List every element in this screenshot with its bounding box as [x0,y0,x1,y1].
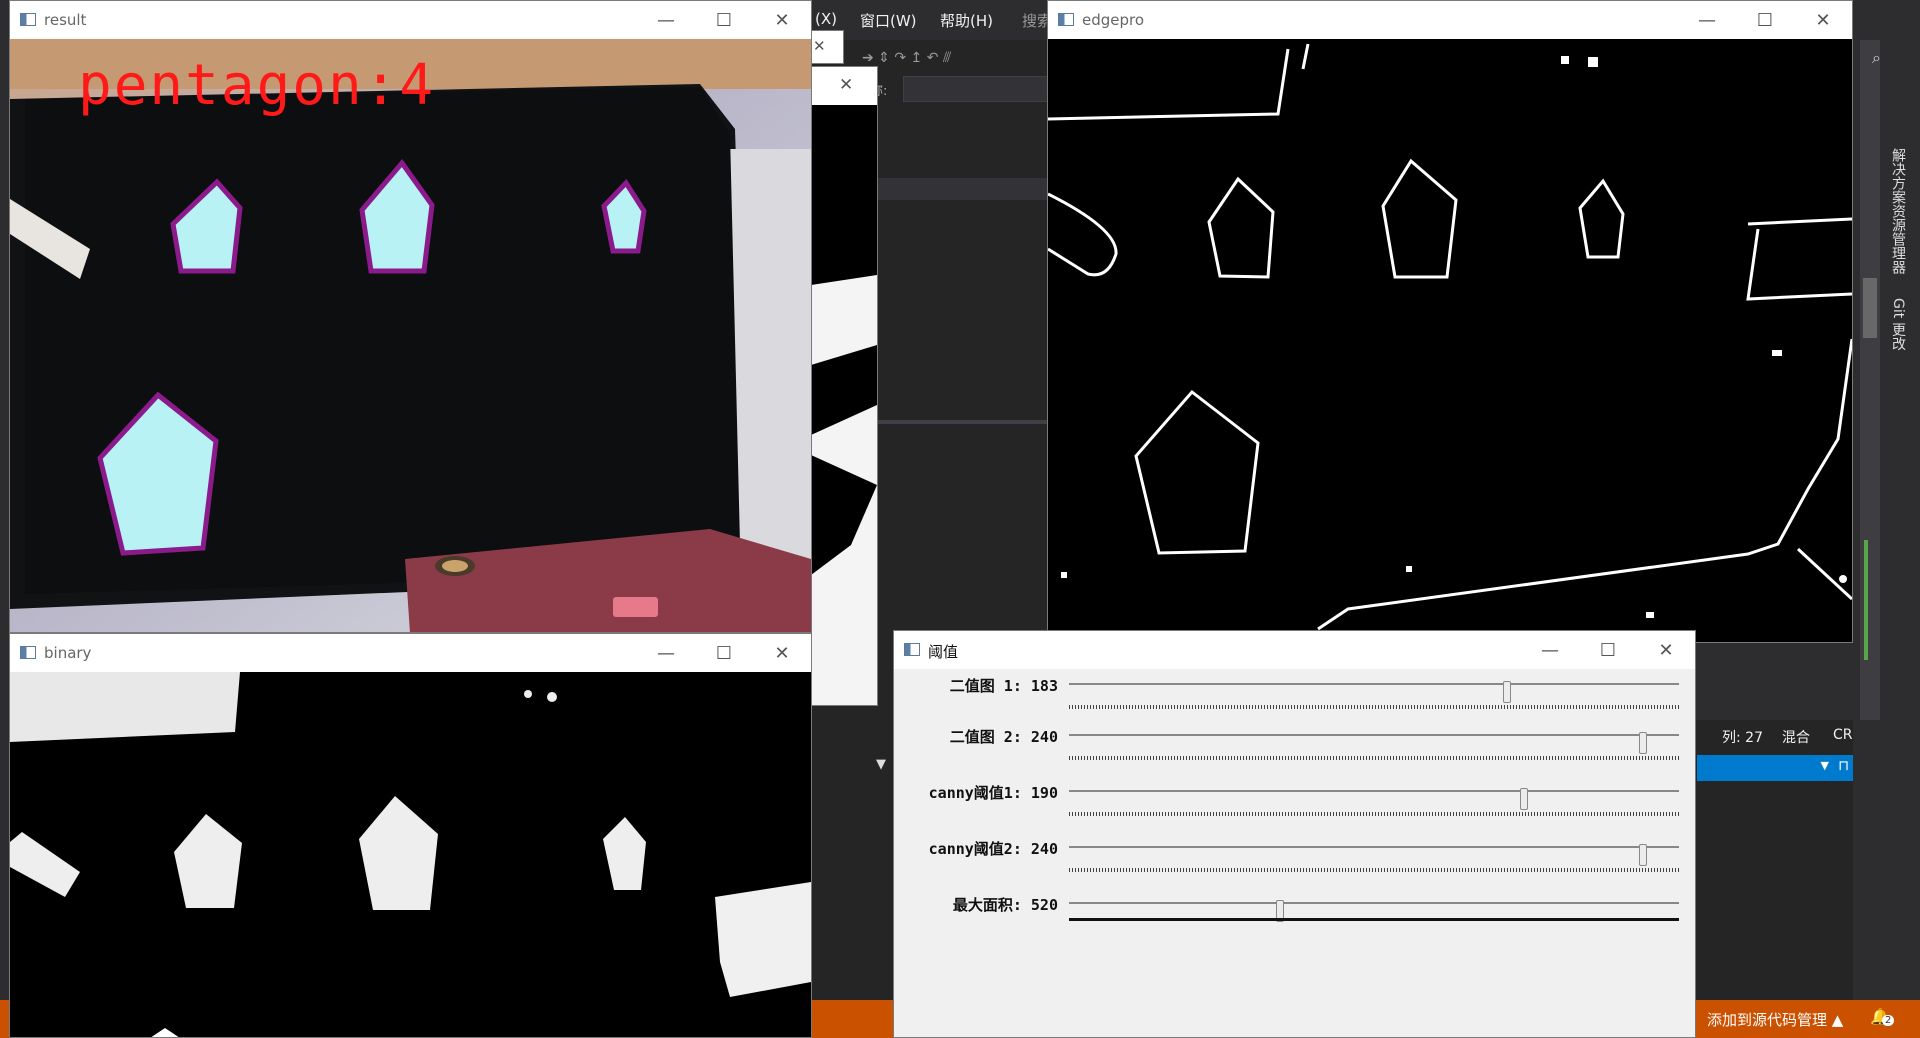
slider-track[interactable] [1069,681,1679,703]
window-icon [20,646,36,659]
slider-max-area[interactable]: 最大面积: 520 [894,894,1694,944]
maximize-button[interactable]: ☐ [1579,631,1637,669]
slider-track[interactable] [1069,732,1679,754]
chevron-down-icon[interactable]: ▼ [1821,759,1829,772]
slider-handle[interactable] [1639,732,1648,754]
slider-ticks [1069,868,1679,872]
close-button[interactable]: ✕ [1794,1,1852,39]
slider-track[interactable] [1069,788,1679,810]
window-icon [904,643,920,656]
side-tab-solution-explorer[interactable]: 解决方案资源管理器 [1888,148,1908,274]
slider-label: 二值图 1: 183 [949,677,1058,695]
side-tab-git-changes[interactable]: Git 更改 [1888,298,1908,351]
minimize-button[interactable]: — [1678,1,1736,39]
threshold-titlebar[interactable]: 阈值 — ☐ ✕ [894,631,1695,669]
window-title: edgepro [1082,11,1145,29]
menu-item-x[interactable]: (X) [815,10,837,28]
threshold-window[interactable]: 阈值 — ☐ ✕ 二值图 1: 183 二值图 2: 240 canny阈值1:… [893,630,1696,1038]
slider-ticks [1069,756,1679,760]
binary-image [10,672,811,1037]
binary-scene [10,672,811,1037]
ide-scrollbar[interactable] [1860,40,1880,720]
window-title: result [44,11,87,29]
slider-ticks [1069,918,1679,921]
slider-handle[interactable] [1502,681,1511,703]
ide-dropdown-arrow[interactable]: ▼ [876,757,886,772]
window-title: 阈值 [928,643,959,661]
minimize-button[interactable]: — [637,1,695,39]
status-mode: 混合 [1782,730,1810,746]
slider-label: 二值图 2: 240 [949,728,1058,746]
minimize-button[interactable]: — [637,634,695,672]
status-col: 列: 27 [1722,730,1763,746]
slider-binary-1[interactable]: 二值图 1: 183 [894,675,1694,725]
edgepro-titlebar[interactable]: edgepro — ☐ ✕ [1048,1,1852,39]
slider-label: canny阈值2: 240 [928,840,1058,858]
hidden-window-titlebar: ✕ [811,67,877,105]
threshold-controls: 二值图 1: 183 二值图 2: 240 canny阈值1: 190 cann… [894,669,1695,1037]
shape-count-label: pentagon:4 [78,53,436,118]
slider-handle[interactable] [1639,844,1648,866]
result-scene [10,39,811,632]
hidden-window: ✕ [810,66,878,706]
close-button[interactable]: ✕ [753,1,811,39]
edgepro-image [1048,39,1852,642]
slider-canny-2[interactable]: canny阈值2: 240 [894,838,1694,888]
ide-status-info: 列: 27 混合 CRLF [1695,720,1853,750]
ide-name-field[interactable] [903,76,1050,102]
slider-label: canny阈值1: 190 [928,784,1058,802]
minimize-button[interactable]: — [1521,631,1579,669]
slider-label: 最大面积: 520 [952,896,1058,914]
slider-canny-1[interactable]: canny阈值1: 190 [894,782,1694,832]
menu-item-help[interactable]: 帮助(H) [940,10,993,31]
slider-binary-2[interactable]: 二值图 2: 240 [894,726,1694,776]
ide-tool-window-header[interactable]: ✕ ⊓ ▼ [1697,755,1877,781]
pin-icon[interactable]: ⊓ [1838,758,1849,774]
slider-handle[interactable] [1519,788,1528,810]
slider-ticks [1069,812,1679,816]
window-icon [20,13,36,26]
close-button[interactable]: ✕ [753,634,811,672]
source-control-button[interactable]: 添加到源代码管理 ▲ [1707,1009,1843,1030]
ide-toolbar-icons: ➔ ⇕ ↷ ↥ ↶ ⫻ [862,50,952,66]
maximize-button[interactable]: ☐ [695,1,753,39]
window-icon [1058,13,1074,26]
result-titlebar[interactable]: result — ☐ ✕ [10,1,811,39]
close-icon[interactable]: ✕ [839,75,853,95]
window-title: binary [44,644,92,662]
menu-item-window[interactable]: 窗口(W) [860,10,917,31]
scrollbar-thumb[interactable] [1863,278,1877,338]
slider-track[interactable] [1069,900,1679,922]
maximize-button[interactable]: ☐ [1736,1,1794,39]
notification-badge: 2 [1882,1015,1895,1026]
edge-scene [1048,39,1852,642]
close-icon[interactable]: ✕ [813,37,826,55]
maximize-button[interactable]: ☐ [695,634,753,672]
hidden-window-2: ✕ [810,30,844,64]
edgepro-window[interactable]: edgepro — ☐ ✕ [1047,0,1853,643]
slider-track[interactable] [1069,844,1679,866]
binary-titlebar[interactable]: binary — ☐ ✕ [10,634,811,672]
close-button[interactable]: ✕ [1637,631,1695,669]
search-icon[interactable]: ⌕ [1872,48,1881,68]
change-marker [1864,540,1868,660]
slider-ticks [1069,705,1679,709]
result-window[interactable]: result — ☐ ✕ pentagon:4 [9,0,812,633]
status-eol: CRLF [1833,727,1853,743]
result-image: pentagon:4 [10,39,811,632]
hidden-window-image [811,275,877,705]
binary-window[interactable]: binary — ☐ ✕ [9,633,812,1038]
